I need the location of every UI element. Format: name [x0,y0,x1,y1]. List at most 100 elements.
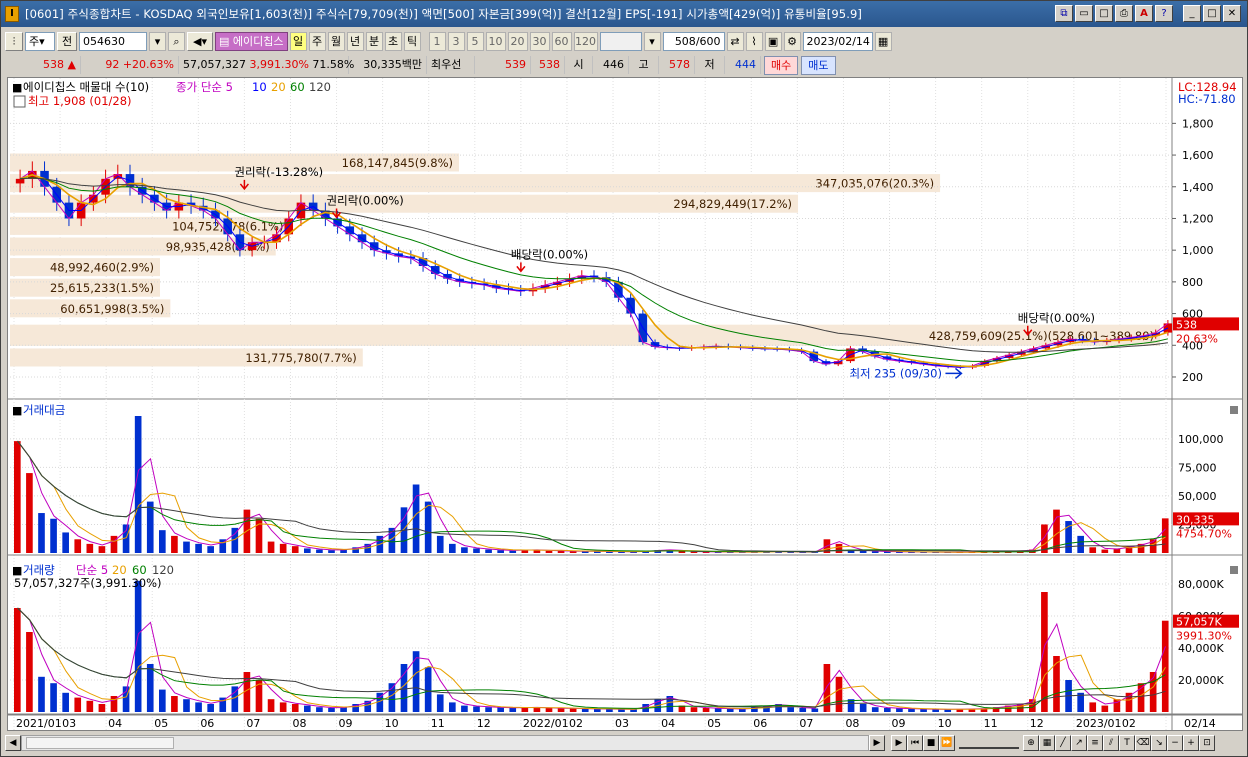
current-price: 538 [43,58,65,71]
volume-bar [908,708,915,712]
channel-icon[interactable]: ⫽ [1103,735,1119,751]
trading-value-panel[interactable]: 100,00075,00050,00025,000■거래대금30,3354754… [8,403,1242,556]
period-button-month[interactable]: 월 [327,31,345,51]
interval-3[interactable]: 3 [447,31,465,51]
print-icon[interactable]: ⎙ [1115,5,1133,22]
interval-60[interactable]: 60 [551,31,572,51]
zoom-out-icon[interactable]: − [1167,735,1183,751]
indicator-icon[interactable]: ⌇ [745,31,763,51]
panel-ma-line [17,607,1166,710]
volume-value: 57,057,327 [183,58,246,71]
buy-button[interactable]: 매수 [764,55,799,75]
order-icon[interactable]: ⇄ [726,31,744,51]
settings-icon[interactable]: ⚙ [783,31,801,51]
interval-20[interactable]: 20 [507,31,528,51]
zoom-fit-icon[interactable]: ⊡ [1199,735,1215,751]
open-price: 446 [593,56,629,74]
count-input[interactable]: 508/600 [662,31,725,51]
maximize-button[interactable]: □ [1203,5,1221,22]
hc-label: HC:-71.80 [1178,92,1236,106]
price-panel[interactable]: 168,147,845(9.8%) 347,035,076(20.3%) 294,8… [8,78,1242,730]
chart-app-icon[interactable]: I [5,6,19,22]
font-icon[interactable]: A [1135,5,1153,22]
volume-info-label: 57,057,327주(3,991.30%) [14,576,162,590]
zoom-in-icon[interactable]: + [1183,735,1199,751]
stock-name-icon: ▤ [219,34,230,48]
erase-icon[interactable]: ⌫ [1135,735,1151,751]
volume-bar [920,709,927,712]
scrollbar-thumb[interactable] [26,737,174,749]
search-icon[interactable]: ⌕ [168,31,185,51]
grid-icon[interactable]: ▦ [1039,735,1055,751]
arrow-icon[interactable]: ↗ [1071,735,1087,751]
text-icon[interactable]: T [1119,735,1135,751]
zoom-slider[interactable] [959,737,1019,749]
x-axis-label: 12 [1030,717,1044,730]
volume-ratio: 3,991.30% [249,58,309,71]
period-button-week[interactable]: 주 [308,31,326,51]
stock-code-input[interactable]: 054630 [79,31,147,51]
stock-chart-svg[interactable]: 168,147,845(9.8%) 347,035,076(20.3%) 294,8… [8,78,1242,730]
scroll-right-icon[interactable]: ▶ [869,735,885,751]
interval-10[interactable]: 10 [485,31,506,51]
calendar-icon[interactable]: ▦ [874,31,892,51]
save-icon[interactable]: ▣ [764,31,782,51]
volume-bar [74,539,82,553]
volume-bar [279,702,287,712]
horizontal-scrollbar[interactable] [21,735,869,751]
close-button[interactable]: ✕ [1223,5,1241,22]
stop-icon[interactable]: ■ [923,735,939,751]
help-icon[interactable]: ? [1155,5,1173,22]
line-icon[interactable]: ╱ [1055,735,1071,751]
interval-30[interactable]: 30 [529,31,550,51]
period-button-tick[interactable]: 틱 [403,31,421,51]
volume-bar [74,697,82,712]
volume-legend-ma: 120 [152,563,174,577]
period-select[interactable]: 주▾ [25,31,55,51]
crosshair-icon[interactable]: ⊕ [1023,735,1039,751]
period-button-minute[interactable]: 분 [365,31,383,51]
minimize-button[interactable]: _ [1183,5,1201,22]
link-icon[interactable]: ⧉ [1055,5,1073,22]
volume-bar [207,546,214,553]
minimize-to-tray-icon[interactable]: ▭ [1075,5,1093,22]
price-legend-title: 에이디칩스 매물대 수(10) [23,80,149,94]
scroll-left-icon[interactable]: ◀ [5,735,21,751]
x-axis-label: 09 [339,717,353,730]
date-input[interactable]: 2023/02/14 [802,31,873,51]
period-button-day[interactable]: 일 [289,31,307,51]
price-tick-label: 1,200 [1182,212,1214,225]
interval-5[interactable]: 5 [466,31,484,51]
stock-name-badge[interactable]: ▤ 에이디칩스 [215,31,288,51]
prev-button[interactable]: 전 [57,31,77,51]
fast-forward-icon[interactable]: ⏩ [939,735,955,751]
volume-bar [159,530,166,553]
play-icon[interactable]: ▶ [891,735,907,751]
x-axis-label: 06 [200,717,214,730]
dropdown-icon[interactable]: ▾ [149,31,166,51]
interval-dropdown-icon[interactable]: ▾ [643,31,661,51]
volume-legend-ma: 20 [112,563,127,577]
speaker-icon[interactable]: ◀▾ [187,31,213,51]
interval-120[interactable]: 120 [573,31,598,51]
event-label: 배당락(0.00%) [1018,311,1095,325]
sell-button[interactable]: 매도 [801,55,836,75]
fibo-icon[interactable]: ≡ [1087,735,1103,751]
trend-icon[interactable]: ↘ [1151,735,1167,751]
window-title: [0601] 주식종합차트 - KOSDAQ 외국인보유[1,603(천)] 주… [25,7,862,21]
step-back-icon[interactable]: ⏮ [907,735,923,751]
volume-bar [98,704,106,712]
panel-tick-label: 20,000K [1178,674,1224,687]
interval-custom-input[interactable] [599,31,642,51]
chart-area[interactable]: 168,147,845(9.8%) 347,035,076(20.3%) 294,8… [7,77,1243,731]
chart-type-icon[interactable]: ⫶ [5,31,23,51]
restore-layout-icon[interactable]: □ [1095,5,1113,22]
period-button-year[interactable]: 년 [346,31,364,51]
volume-bar [871,707,879,712]
volume-panel[interactable]: 80,000K60,000K40,000K20,000K■거래량57,057K3… [8,563,1242,715]
volume-bar [50,518,57,553]
volume-bar [412,484,420,553]
interval-1[interactable]: 1 [428,31,446,51]
period-button-second[interactable]: 초 [384,31,402,51]
x-axis-label: 04 [108,717,122,730]
